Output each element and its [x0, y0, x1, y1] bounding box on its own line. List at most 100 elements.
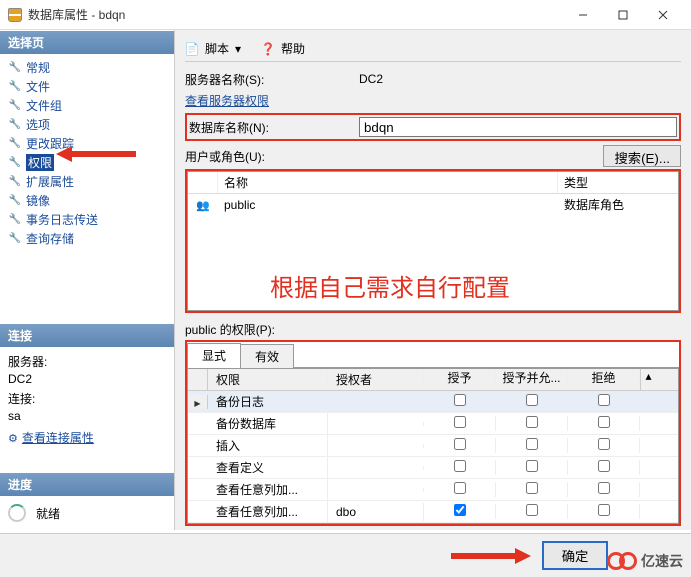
grant-checkbox[interactable]: [454, 482, 466, 494]
progress-status: 就绪: [36, 505, 60, 522]
close-button[interactable]: [643, 3, 683, 27]
window-title: 数据库属性 - bdqn: [28, 6, 563, 23]
users-roles-label: 用户或角色(U):: [185, 148, 603, 165]
progress-spinner-icon: [8, 504, 26, 522]
perm-grantor: dbo: [328, 503, 424, 521]
deny-checkbox[interactable]: [598, 416, 610, 428]
withgrant-checkbox[interactable]: [526, 504, 538, 516]
grant-checkbox[interactable]: [454, 394, 466, 406]
watermark-logo: 亿速云: [613, 551, 683, 571]
perm-row[interactable]: 备份数据库: [188, 413, 678, 435]
perm-name: 查看任意列加...: [208, 479, 328, 500]
annotation-arrow-icon: [451, 548, 531, 564]
perm-grantor: [328, 488, 424, 492]
help-icon: ❓: [261, 42, 275, 56]
connection-label: 连接:: [8, 390, 166, 407]
withgrant-checkbox[interactable]: [526, 394, 538, 406]
perm-row[interactable]: 备份日志: [188, 391, 678, 413]
connection-header: 连接: [0, 323, 174, 347]
server-label: 服务器:: [8, 353, 166, 370]
withgrant-checkbox[interactable]: [526, 438, 538, 450]
titlebar: 数据库属性 - bdqn: [0, 0, 691, 30]
perm-row[interactable]: 插入: [188, 435, 678, 457]
perm-name: 查看任意列加...: [208, 501, 328, 522]
select-page-header: 选择页: [0, 30, 174, 54]
view-connection-props-link[interactable]: 查看连接属性: [8, 429, 166, 446]
script-icon: 📄: [185, 42, 199, 56]
col-permission: 权限: [208, 369, 328, 390]
sidebar: 选择页 常规 文件 文件组 选项 更改跟踪 权限 扩展属性 镜像 事务日志传送 …: [0, 30, 175, 530]
page-logshipping[interactable]: 事务日志传送: [4, 210, 170, 229]
page-files[interactable]: 文件: [4, 77, 170, 96]
db-name-label: 数据库名称(N):: [189, 119, 359, 136]
wrench-icon: [8, 194, 22, 208]
grant-checkbox[interactable]: [454, 438, 466, 450]
users-col-type: 类型: [558, 172, 678, 193]
grant-checkbox[interactable]: [454, 504, 466, 516]
perm-row[interactable]: 查看定义: [188, 457, 678, 479]
perm-name: 查看定义: [208, 457, 328, 478]
page-list: 常规 文件 文件组 选项 更改跟踪 权限 扩展属性 镜像 事务日志传送 查询存储: [0, 54, 174, 252]
connection-value: sa: [8, 409, 166, 423]
server-name-value: DC2: [355, 70, 681, 88]
perm-grantor: [328, 466, 424, 470]
wrench-icon: [8, 137, 22, 151]
grant-checkbox[interactable]: [454, 416, 466, 428]
deny-checkbox[interactable]: [598, 460, 610, 472]
ok-button[interactable]: 确定: [542, 541, 609, 570]
users-col-name: 名称: [218, 172, 558, 193]
row-header: [188, 395, 208, 409]
footer: 确定 取消: [0, 533, 691, 577]
user-row-public[interactable]: public 数据库角色: [188, 194, 678, 215]
search-button[interactable]: 搜索(E)...: [603, 145, 681, 167]
perm-row[interactable]: 查看任意列加...dbo: [188, 501, 678, 523]
tab-effective[interactable]: 有效: [240, 344, 294, 369]
grant-checkbox[interactable]: [454, 460, 466, 472]
deny-checkbox[interactable]: [598, 394, 610, 406]
col-deny: 拒绝: [568, 369, 640, 390]
page-extendedprops[interactable]: 扩展属性: [4, 172, 170, 191]
progress-header: 进度: [0, 472, 174, 496]
perm-grantor: [328, 444, 424, 448]
page-general[interactable]: 常规: [4, 58, 170, 77]
page-filegroups[interactable]: 文件组: [4, 96, 170, 115]
deny-checkbox[interactable]: [598, 482, 610, 494]
perm-name: 插入: [208, 435, 328, 456]
tab-explicit[interactable]: 显式: [187, 343, 241, 368]
maximize-button[interactable]: [603, 3, 643, 27]
col-withgrant: 授予并允...: [496, 369, 568, 390]
database-icon: [8, 8, 22, 22]
withgrant-checkbox[interactable]: [526, 460, 538, 472]
content-toolbar: 📄 脚本 ▾ ❓ 帮助: [185, 36, 681, 62]
content-pane: 📄 脚本 ▾ ❓ 帮助 服务器名称(S): DC2 查看服务器权限 数据库名称(…: [175, 30, 691, 530]
properties-icon: [8, 431, 22, 445]
wrench-icon: [8, 61, 22, 75]
view-server-perms-link[interactable]: 查看服务器权限: [185, 94, 269, 108]
dropdown-arrow-icon: ▾: [235, 42, 241, 56]
server-name-label: 服务器名称(S):: [185, 71, 355, 88]
annotation-arrow-icon: [56, 146, 136, 162]
withgrant-checkbox[interactable]: [526, 482, 538, 494]
wrench-icon: [8, 156, 22, 170]
wrench-icon: [8, 175, 22, 189]
withgrant-checkbox[interactable]: [526, 416, 538, 428]
perm-grantor: [328, 400, 424, 404]
deny-checkbox[interactable]: [598, 438, 610, 450]
perms-grid: 权限 授权者 授予 授予并允... 拒绝 ▴ 备份日志备份数据库插入查看定义查看…: [187, 367, 679, 524]
scroll-up-icon[interactable]: ▴: [640, 369, 656, 390]
db-name-input[interactable]: [359, 117, 677, 137]
wrench-icon: [8, 213, 22, 227]
page-mirroring[interactable]: 镜像: [4, 191, 170, 210]
wrench-icon: [8, 232, 22, 246]
perm-name: 备份数据库: [208, 413, 328, 434]
page-querystore[interactable]: 查询存储: [4, 229, 170, 248]
deny-checkbox[interactable]: [598, 504, 610, 516]
perm-row[interactable]: 查看任意列加...: [188, 479, 678, 501]
script-dropdown[interactable]: 脚本: [205, 40, 229, 57]
minimize-button[interactable]: [563, 3, 603, 27]
help-link[interactable]: 帮助: [281, 40, 305, 57]
page-options[interactable]: 选项: [4, 115, 170, 134]
server-value: DC2: [8, 372, 166, 386]
users-list[interactable]: 名称 类型 public 数据库角色: [187, 171, 679, 311]
wrench-icon: [8, 99, 22, 113]
